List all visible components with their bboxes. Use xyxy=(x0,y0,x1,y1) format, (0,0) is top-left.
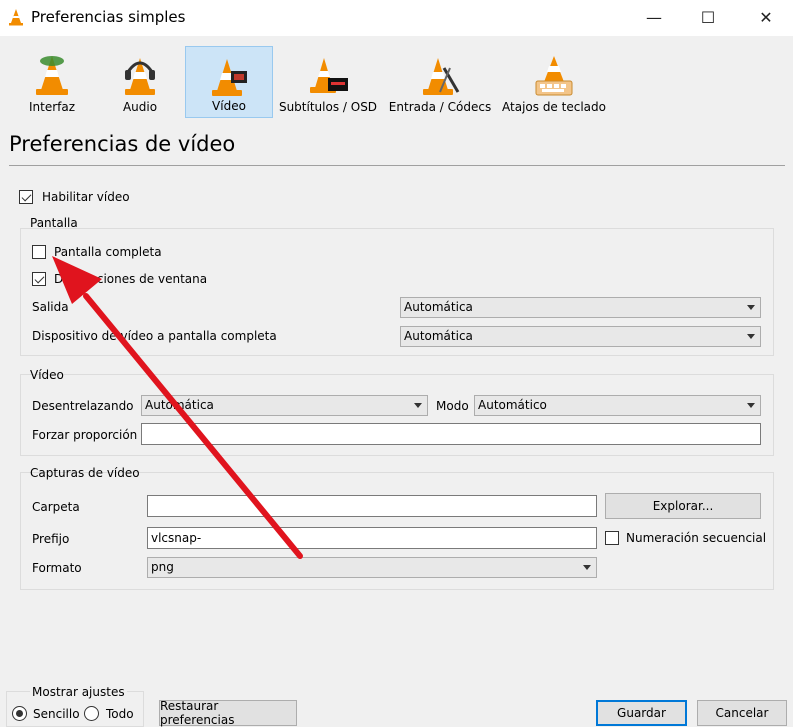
enable-video-checkbox[interactable] xyxy=(19,190,33,204)
chevron-down-icon xyxy=(583,565,591,570)
decorations-checkbox[interactable] xyxy=(32,272,46,286)
sequential-label: Numeración secuencial xyxy=(626,531,767,545)
chevron-down-icon xyxy=(414,403,422,408)
folder-input[interactable] xyxy=(147,495,597,517)
browse-button[interactable]: Explorar... xyxy=(605,493,761,519)
vlc-cone-icon xyxy=(36,56,68,95)
format-select[interactable]: png xyxy=(147,557,597,578)
maximize-button[interactable]: ☐ xyxy=(685,0,731,34)
category-interfaz[interactable]: Interfaz xyxy=(12,46,92,118)
video-group-title: Vídeo xyxy=(30,368,64,382)
page-title: Preferencias de vídeo xyxy=(9,132,236,156)
cancel-button[interactable]: Cancelar xyxy=(697,700,787,726)
enable-video-label: Habilitar vídeo xyxy=(42,190,130,204)
category-audio[interactable]: Audio xyxy=(100,46,180,118)
headphones-cone-icon xyxy=(125,58,155,95)
chevron-down-icon xyxy=(747,403,755,408)
aspect-label: Forzar proporción xyxy=(32,428,138,442)
sequential-checkbox[interactable] xyxy=(605,531,619,545)
category-label: Audio xyxy=(122,100,158,114)
keyboard-cone-icon xyxy=(535,56,573,96)
chevron-down-icon xyxy=(747,334,755,339)
window-title: Preferencias simples xyxy=(31,8,186,26)
header-separator xyxy=(9,165,785,166)
codec-cone-icon xyxy=(423,58,460,95)
category-label: Interfaz xyxy=(28,100,76,114)
all-radio[interactable] xyxy=(84,706,99,721)
fullscreen-label: Pantalla completa xyxy=(54,245,162,259)
film-cone-icon xyxy=(212,59,247,96)
format-label: Formato xyxy=(32,561,82,575)
category-toolbar: Interfaz Audio Vídeo Subtítulos / OSD En… xyxy=(0,38,793,122)
title-bar: Preferencias simples — ☐ ✕ xyxy=(0,0,793,36)
category-label: Vídeo xyxy=(212,99,246,113)
display-cone-icon xyxy=(310,58,348,93)
minimize-button[interactable]: — xyxy=(631,0,677,34)
category-label: Subtítulos / OSD xyxy=(278,100,378,114)
category-label: Entrada / Códecs xyxy=(388,100,492,114)
prefix-label: Prefijo xyxy=(32,532,70,546)
mode-label: Modo xyxy=(436,399,469,413)
deinterlace-label: Desentrelazando xyxy=(32,399,134,413)
aspect-input[interactable] xyxy=(141,423,761,445)
fs-device-label: Dispositivo de vídeo a pantalla completa xyxy=(32,329,277,343)
fullscreen-checkbox[interactable] xyxy=(32,245,46,259)
snapshots-group-title: Capturas de vídeo xyxy=(30,466,140,480)
save-button[interactable]: Guardar xyxy=(596,700,687,726)
chevron-down-icon xyxy=(747,305,755,310)
reset-preferences-button[interactable]: Restaurar preferencias xyxy=(159,699,297,727)
all-label: Todo xyxy=(106,707,134,721)
prefix-input[interactable]: vlcsnap- xyxy=(147,527,597,549)
mode-select[interactable]: Automático xyxy=(474,395,761,416)
simple-radio[interactable] xyxy=(12,706,27,721)
category-atajos[interactable]: Atajos de teclado xyxy=(500,46,608,118)
show-settings-title: Mostrar ajustes xyxy=(30,685,127,699)
category-subtitulos[interactable]: Subtítulos / OSD xyxy=(278,46,378,118)
category-video[interactable]: Vídeo xyxy=(185,46,273,118)
fs-device-select[interactable]: Automática xyxy=(400,326,761,347)
pantalla-group-title: Pantalla xyxy=(30,216,78,230)
category-entrada[interactable]: Entrada / Códecs xyxy=(387,46,493,118)
output-select[interactable]: Automática xyxy=(400,297,761,318)
output-label: Salida xyxy=(32,300,69,314)
close-button[interactable]: ✕ xyxy=(743,0,789,34)
simple-label: Sencillo xyxy=(33,707,80,721)
category-label: Atajos de teclado xyxy=(502,100,606,114)
decorations-label: Decoraciones de ventana xyxy=(54,272,208,286)
vlc-app-icon xyxy=(9,9,23,26)
deinterlace-select[interactable]: Automática xyxy=(141,395,428,416)
folder-label: Carpeta xyxy=(32,500,80,514)
